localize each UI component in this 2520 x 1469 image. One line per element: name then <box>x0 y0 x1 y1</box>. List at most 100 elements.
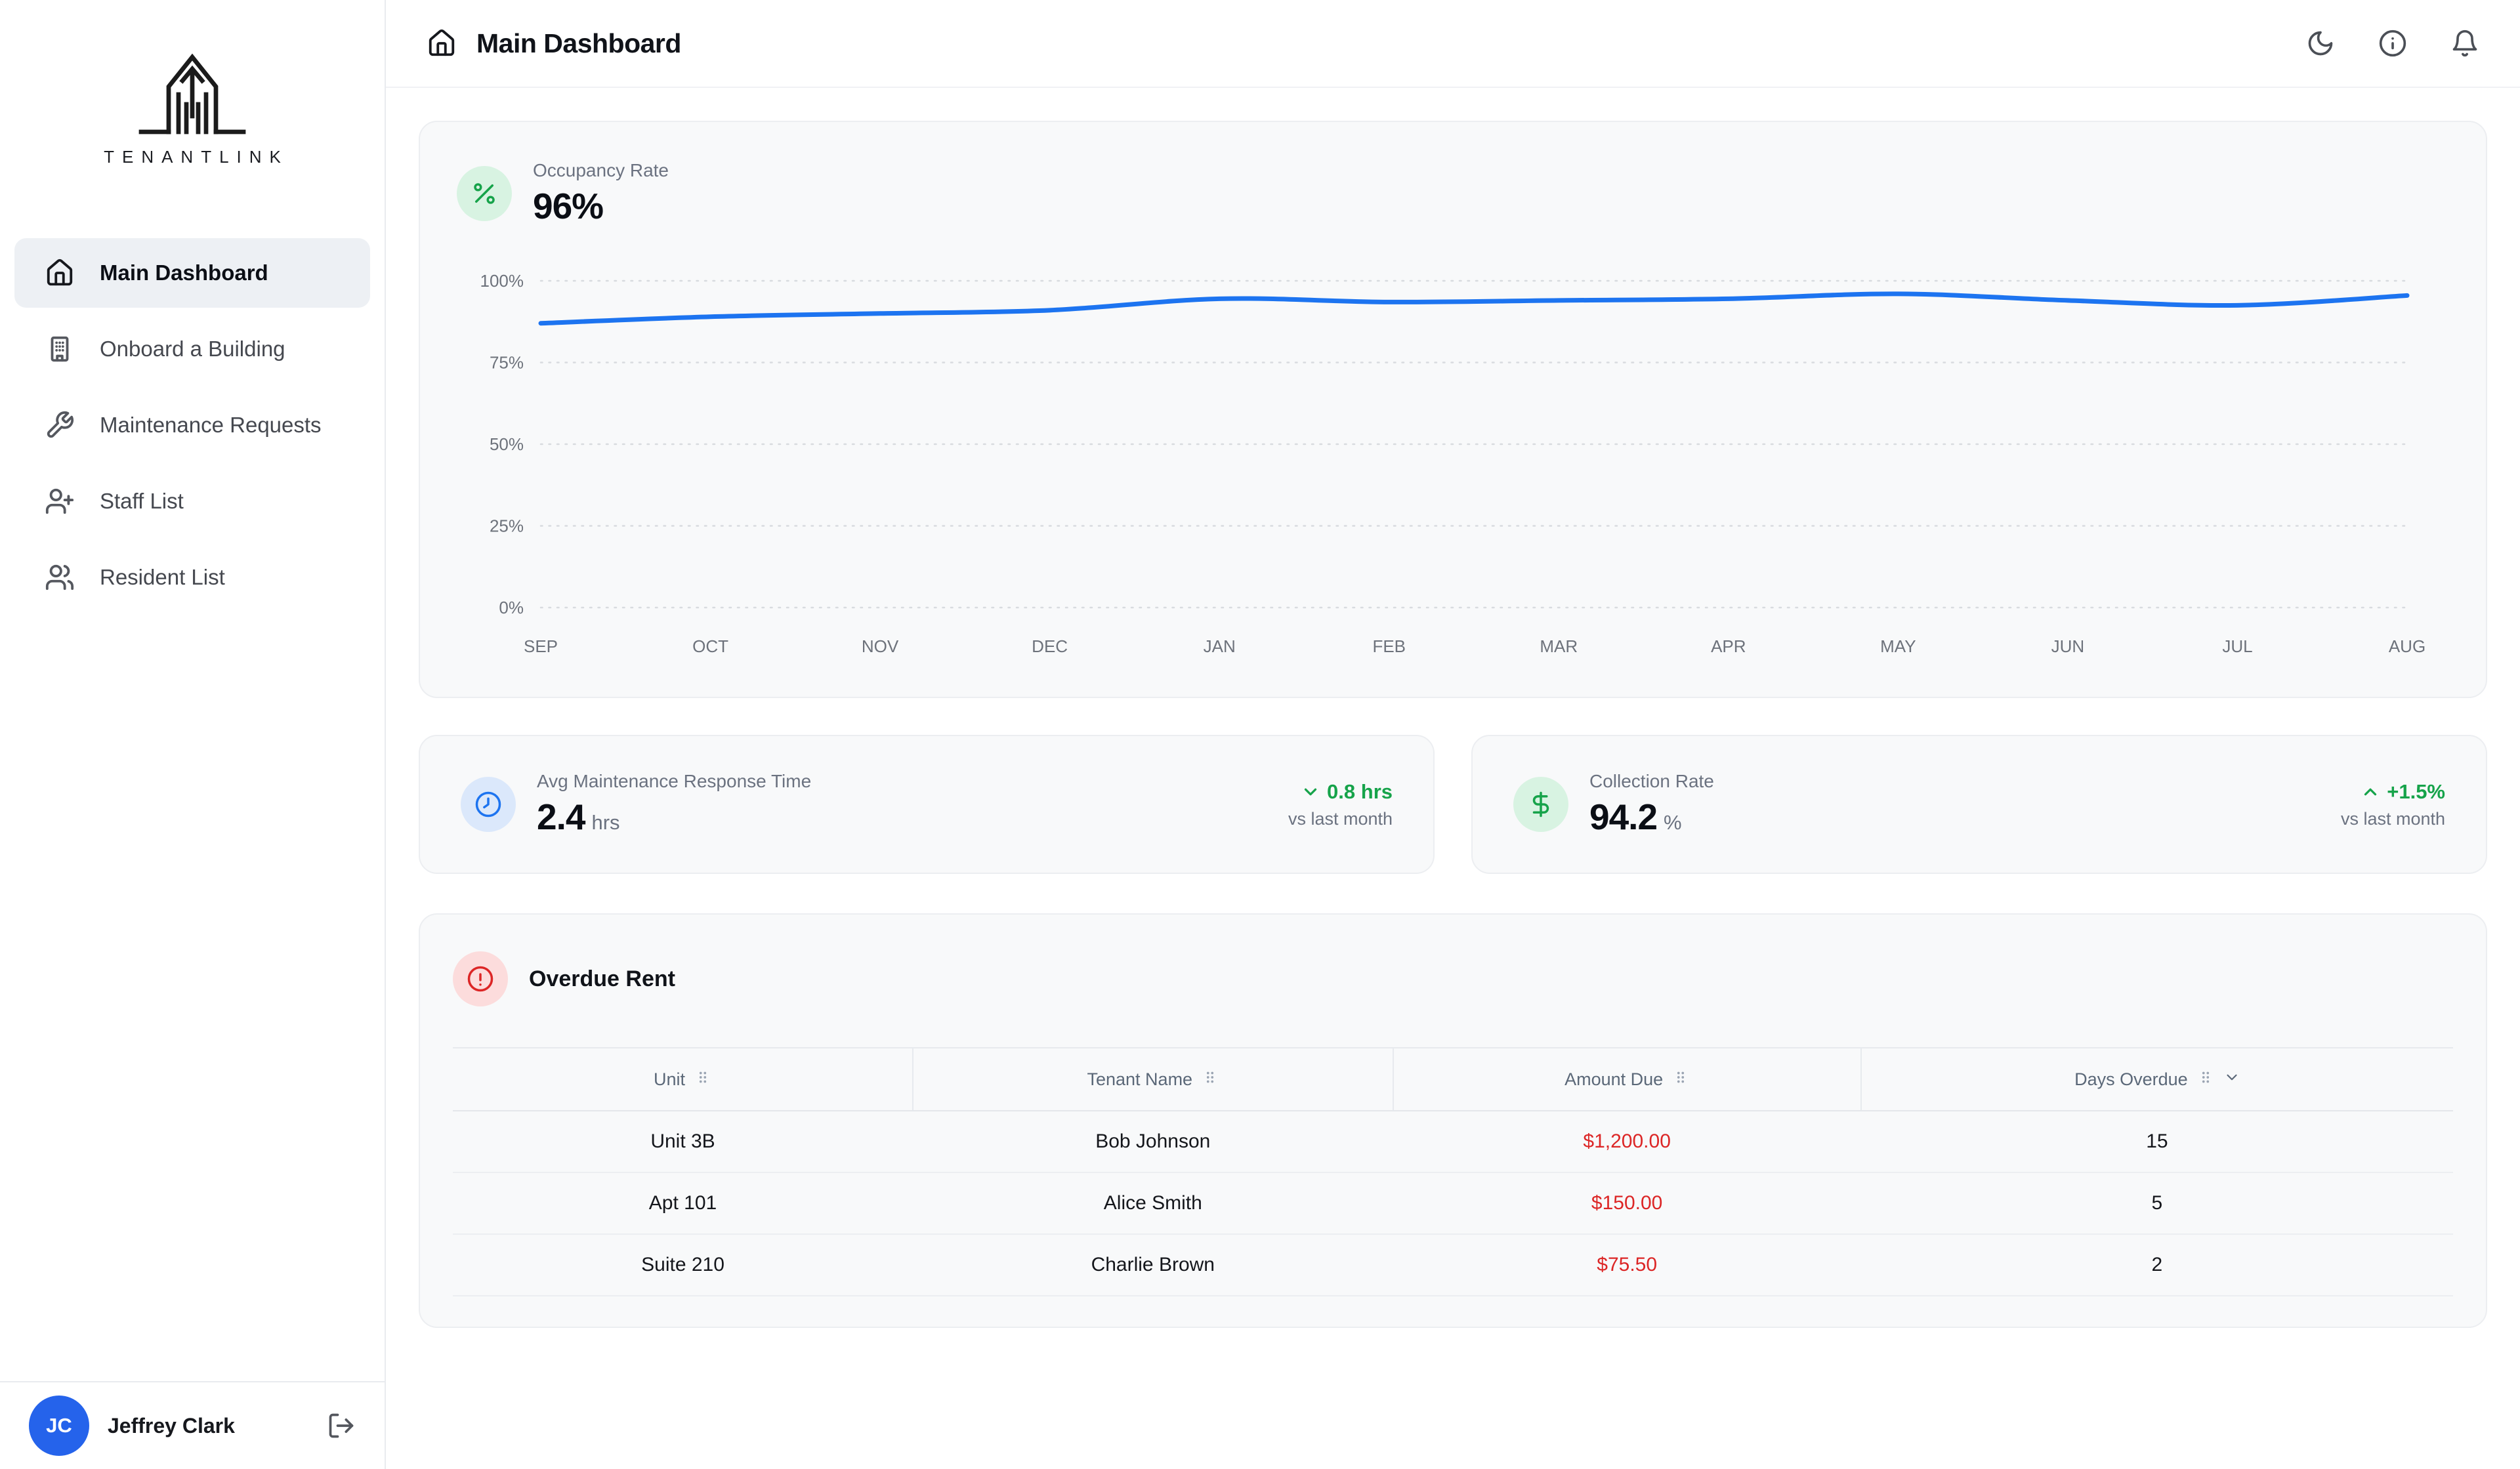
brand-logo: TENANTLINK <box>0 0 385 167</box>
overdue-title: Overdue Rent <box>529 966 675 992</box>
bell-icon[interactable] <box>2450 29 2479 58</box>
cell-amount: $1,200.00 <box>1393 1111 1861 1172</box>
sidebar-item-onboard-a-building[interactable]: Onboard a Building <box>14 314 370 384</box>
sidebar-item-label: Staff List <box>100 489 184 514</box>
stat-value: 2.4hrs <box>537 796 811 838</box>
sidebar-item-staff-list[interactable]: Staff List <box>14 466 370 536</box>
table-row: Apt 101Alice Smith$150.005 <box>453 1172 2453 1234</box>
cell-days: 15 <box>1861 1111 2453 1172</box>
trend-note: vs last month <box>1288 809 1393 829</box>
cell-tenant: Bob Johnson <box>913 1111 1393 1172</box>
info-icon[interactable] <box>2378 29 2407 58</box>
cell-tenant: Charlie Brown <box>913 1234 1393 1296</box>
brand-name: TENANTLINK <box>96 147 289 167</box>
svg-text:JAN: JAN <box>1204 636 1236 656</box>
svg-text:NOV: NOV <box>862 636 899 656</box>
overdue-rent-card: Overdue Rent Unit Tenant Name Amount Due Da… <box>419 913 2487 1328</box>
column-header-tenant-name[interactable]: Tenant Name <box>913 1048 1393 1111</box>
wrench-icon <box>45 410 75 440</box>
main-area: Main Dashboard <box>386 0 2520 1469</box>
column-header-unit[interactable]: Unit <box>453 1048 913 1111</box>
top-header: Main Dashboard <box>386 0 2520 88</box>
user-name: Jeffrey Clark <box>108 1414 235 1438</box>
collection-rate-card: Collection Rate 94.2% +1.5% vs last mont… <box>1471 735 2487 874</box>
column-header-amount-due[interactable]: Amount Due <box>1393 1048 1861 1111</box>
svg-text:75%: 75% <box>490 353 524 373</box>
overdue-table: Unit Tenant Name Amount Due Days Overdue Un… <box>453 1047 2453 1296</box>
building-icon <box>45 334 75 364</box>
table-row: Suite 210Charlie Brown$75.502 <box>453 1234 2453 1296</box>
occupancy-label: Occupancy Rate <box>533 160 669 181</box>
occupancy-chart: 0%25%50%75%100%SEPOCTNOVDECJANFEBMARAPRM… <box>457 243 2445 663</box>
svg-text:JUL: JUL <box>2222 636 2252 656</box>
trend-value: +1.5% <box>2341 780 2445 804</box>
chevron-up-icon <box>2361 782 2380 802</box>
drag-handle-icon[interactable] <box>1672 1069 1689 1090</box>
sidebar-item-main-dashboard[interactable]: Main Dashboard <box>14 238 370 308</box>
trend-value: 0.8 hrs <box>1288 780 1393 804</box>
clock-icon <box>461 777 516 832</box>
avatar[interactable]: JC <box>29 1396 89 1456</box>
svg-text:0%: 0% <box>499 598 524 617</box>
sidebar-item-label: Maintenance Requests <box>100 413 322 438</box>
occupancy-value: 96% <box>533 185 669 227</box>
header-actions <box>2306 29 2479 58</box>
svg-text:DEC: DEC <box>1032 636 1068 656</box>
trend-note: vs last month <box>2341 809 2445 829</box>
svg-text:OCT: OCT <box>692 636 728 656</box>
log-out-icon[interactable] <box>327 1411 356 1440</box>
stat-label: Avg Maintenance Response Time <box>537 771 811 792</box>
dollar-icon <box>1513 777 1568 832</box>
cell-unit: Unit 3B <box>453 1111 913 1172</box>
svg-text:FEB: FEB <box>1372 636 1406 656</box>
svg-text:50%: 50% <box>490 434 524 454</box>
chevron-down-icon <box>1301 782 1320 802</box>
drag-handle-icon[interactable] <box>2197 1069 2214 1090</box>
page-title: Main Dashboard <box>476 28 681 59</box>
svg-text:25%: 25% <box>490 516 524 536</box>
cell-amount: $75.50 <box>1393 1234 1861 1296</box>
svg-text:JUN: JUN <box>2051 636 2085 656</box>
building-logo-icon <box>133 38 251 143</box>
cell-unit: Suite 210 <box>453 1234 913 1296</box>
dashboard-content: Occupancy Rate 96% 0%25%50%75%100%SEPOCT… <box>386 88 2520 1361</box>
home-icon <box>45 258 75 288</box>
sidebar-nav: Main Dashboard Onboard a Building Maintena… <box>0 238 385 612</box>
sidebar-item-label: Onboard a Building <box>100 337 285 362</box>
cell-amount: $150.00 <box>1393 1172 1861 1234</box>
percent-icon <box>457 166 512 221</box>
app-window: TENANTLINK Main Dashboard Onboard a Build… <box>0 0 2520 1469</box>
table-row: Unit 3BBob Johnson$1,200.0015 <box>453 1111 2453 1172</box>
svg-text:AUG: AUG <box>2389 636 2426 656</box>
sidebar-item-resident-list[interactable]: Resident List <box>14 543 370 612</box>
sidebar-item-maintenance-requests[interactable]: Maintenance Requests <box>14 390 370 460</box>
svg-text:100%: 100% <box>480 271 524 291</box>
drag-handle-icon[interactable] <box>1202 1069 1219 1090</box>
sidebar-item-label: Resident List <box>100 565 225 590</box>
column-header-days-overdue[interactable]: Days Overdue <box>1861 1048 2453 1111</box>
occupancy-rate-card: Occupancy Rate 96% 0%25%50%75%100%SEPOCT… <box>419 121 2487 698</box>
svg-text:APR: APR <box>1711 636 1746 656</box>
column-label: Amount Due <box>1564 1069 1663 1090</box>
svg-text:MAY: MAY <box>1880 636 1916 656</box>
user-plus-icon <box>45 486 75 516</box>
cell-days: 2 <box>1861 1234 2453 1296</box>
drag-handle-icon[interactable] <box>694 1069 711 1090</box>
home-icon <box>427 28 457 58</box>
column-label: Days Overdue <box>2074 1069 2188 1090</box>
column-label: Tenant Name <box>1087 1069 1192 1090</box>
cell-unit: Apt 101 <box>453 1172 913 1234</box>
response-time-card: Avg Maintenance Response Time 2.4hrs 0.8… <box>419 735 1435 874</box>
sort-chevron-icon[interactable] <box>2223 1069 2240 1090</box>
sidebar: TENANTLINK Main Dashboard Onboard a Build… <box>0 0 386 1469</box>
stat-label: Collection Rate <box>1589 771 1714 792</box>
sidebar-item-label: Main Dashboard <box>100 260 268 285</box>
users-icon <box>45 562 75 592</box>
user-row: JC Jeffrey Clark <box>0 1381 385 1469</box>
column-label: Unit <box>654 1069 685 1090</box>
moon-icon[interactable] <box>2306 29 2335 58</box>
svg-text:MAR: MAR <box>1540 636 1578 656</box>
cell-days: 5 <box>1861 1172 2453 1234</box>
cell-tenant: Alice Smith <box>913 1172 1393 1234</box>
stat-value: 94.2% <box>1589 796 1714 838</box>
